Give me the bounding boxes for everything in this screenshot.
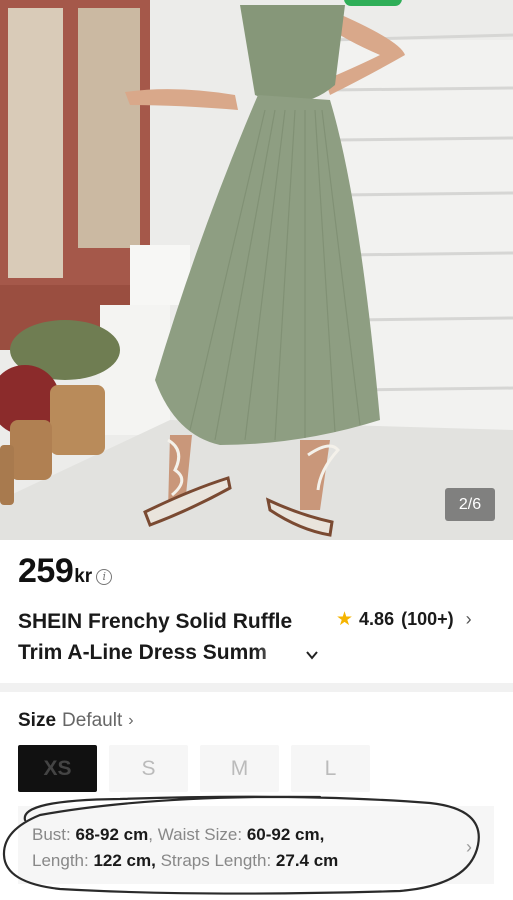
- chevron-right-icon: ›: [128, 712, 134, 729]
- size-label: Size: [18, 710, 57, 731]
- currency: kr: [74, 566, 93, 587]
- title-line-2: Trim A-Line Dress Summ: [18, 637, 313, 668]
- product-title[interactable]: SHEIN Frenchy Solid Ruffle Trim A-Line D…: [18, 606, 328, 668]
- promo-badge: [344, 0, 402, 6]
- star-icon: ★: [336, 609, 354, 630]
- product-photo: [0, 0, 513, 540]
- expand-title-chevron-down-icon[interactable]: [305, 648, 319, 662]
- info-icon[interactable]: i: [96, 568, 113, 585]
- section-divider: [0, 683, 513, 692]
- review-count: (100+): [401, 609, 454, 629]
- title-fade: [253, 637, 313, 668]
- size-header[interactable]: Size Default ›: [18, 710, 134, 732]
- chevron-right-icon: ›: [465, 609, 472, 629]
- price: 259: [18, 552, 74, 590]
- product-image[interactable]: 2/6: [0, 0, 513, 540]
- size-default-label: Default: [62, 710, 123, 731]
- annotation-scribble: [2, 795, 480, 895]
- image-counter: 2/6: [445, 488, 495, 521]
- rating[interactable]: ★ 4.86 (100+) ›: [336, 608, 472, 631]
- title-line-1: SHEIN Frenchy Solid Ruffle: [18, 610, 293, 633]
- price-row: 259 kr i: [18, 552, 113, 591]
- title-line-2-text: Trim A-Line Dress Summ: [18, 641, 267, 664]
- rating-value: 4.86: [359, 609, 395, 629]
